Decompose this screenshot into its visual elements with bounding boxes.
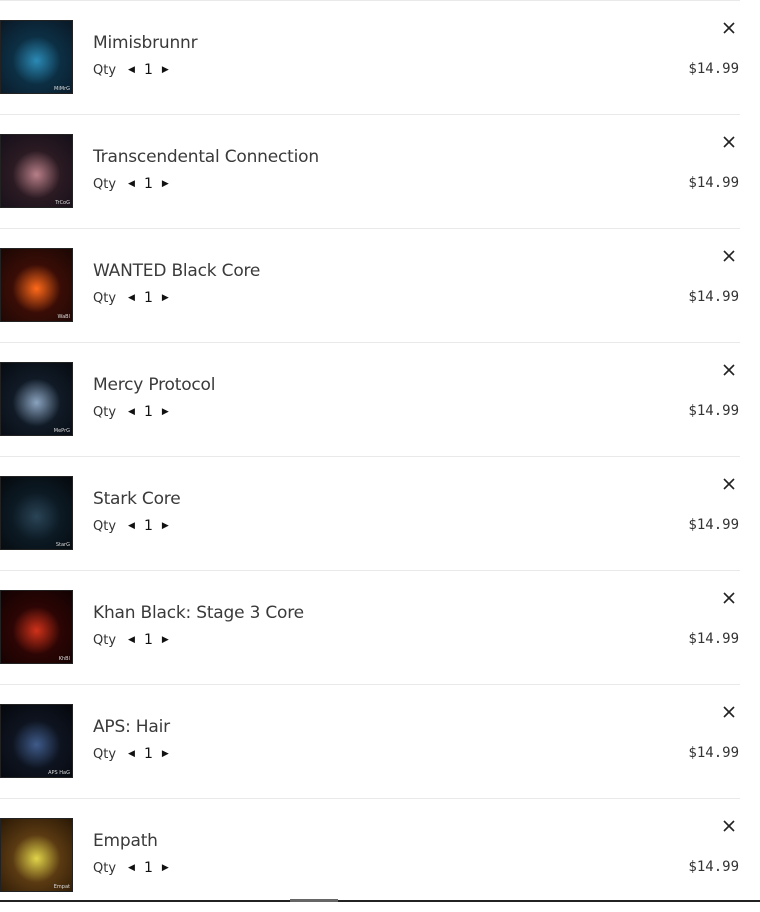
quantity-stepper: Qty ◀ 1 ▶ [93,517,169,535]
close-icon[interactable] [720,589,738,607]
close-icon[interactable] [720,19,738,37]
triangle-left-icon[interactable]: ◀ [128,517,135,535]
cart-item: MiMrG Mimisbrunnr Qty ◀ 1 ▶ $14.99 [0,0,740,114]
triangle-right-icon[interactable]: ▶ [162,859,169,877]
qty-label: Qty [93,746,117,762]
close-icon[interactable] [720,247,738,265]
triangle-right-icon[interactable]: ▶ [162,745,169,763]
product-title[interactable]: Mimisbrunnr [93,33,198,53]
qty-value: 1 [143,518,153,534]
triangle-left-icon[interactable]: ◀ [128,403,135,421]
thumbnail-tag: APS HaG [48,770,70,776]
cart-item: MePrG Mercy Protocol Qty ◀ 1 ▶ $14.99 [0,342,740,456]
item-price: $14.99 [688,631,739,647]
quantity-stepper: Qty ◀ 1 ▶ [93,859,169,877]
thumbnail-tag: TrCoG [55,200,70,206]
qty-value: 1 [143,404,153,420]
product-title[interactable]: Empath [93,831,158,851]
product-title[interactable]: APS: Hair [93,717,170,737]
item-price: $14.99 [688,175,739,191]
triangle-right-icon[interactable]: ▶ [162,517,169,535]
quantity-stepper: Qty ◀ 1 ▶ [93,403,169,421]
item-price: $14.99 [688,403,739,419]
quantity-stepper: Qty ◀ 1 ▶ [93,745,169,763]
qty-label: Qty [93,632,117,648]
thumbnail-tag: MePrG [53,428,70,434]
quantity-stepper: Qty ◀ 1 ▶ [93,631,169,649]
product-thumbnail[interactable]: KhBl [0,590,73,664]
qty-label: Qty [93,290,117,306]
cart-item: APS HaG APS: Hair Qty ◀ 1 ▶ $14.99 [0,684,740,798]
product-title[interactable]: Stark Core [93,489,181,509]
triangle-left-icon[interactable]: ◀ [128,631,135,649]
triangle-right-icon[interactable]: ▶ [162,631,169,649]
product-thumbnail[interactable]: MePrG [0,362,73,436]
qty-value: 1 [143,62,153,78]
triangle-left-icon[interactable]: ◀ [128,289,135,307]
cart-item: Empat Empath Qty ◀ 1 ▶ $14.99 [0,798,740,912]
qty-label: Qty [93,518,117,534]
triangle-left-icon[interactable]: ◀ [128,175,135,193]
quantity-stepper: Qty ◀ 1 ▶ [93,289,169,307]
qty-value: 1 [143,290,153,306]
qty-label: Qty [93,404,117,420]
item-price: $14.99 [688,517,739,533]
thumbnail-tag: Empat [53,884,70,890]
thumbnail-tag: KhBl [58,656,70,662]
product-thumbnail[interactable]: StarG [0,476,73,550]
close-icon[interactable] [720,361,738,379]
qty-label: Qty [93,860,117,876]
product-thumbnail[interactable]: WaBl [0,248,73,322]
item-price: $14.99 [688,745,739,761]
thumbnail-tag: StarG [55,542,70,548]
cart-item: WaBl WANTED Black Core Qty ◀ 1 ▶ $14.99 [0,228,740,342]
close-icon[interactable] [720,817,738,835]
cart-item: KhBl Khan Black: Stage 3 Core Qty ◀ 1 ▶ … [0,570,740,684]
qty-value: 1 [143,860,153,876]
triangle-right-icon[interactable]: ▶ [162,403,169,421]
qty-label: Qty [93,176,117,192]
product-thumbnail[interactable]: APS HaG [0,704,73,778]
triangle-right-icon[interactable]: ▶ [162,61,169,79]
thumbnail-tag: MiMrG [54,86,70,92]
item-price: $14.99 [688,61,739,77]
cart-item: TrCoG Transcendental Connection Qty ◀ 1 … [0,114,740,228]
qty-value: 1 [143,176,153,192]
quantity-stepper: Qty ◀ 1 ▶ [93,61,169,79]
close-icon[interactable] [720,703,738,721]
close-icon[interactable] [720,475,738,493]
item-price: $14.99 [688,859,739,875]
qty-label: Qty [93,62,117,78]
product-title[interactable]: Khan Black: Stage 3 Core [93,603,304,623]
quantity-stepper: Qty ◀ 1 ▶ [93,175,169,193]
product-thumbnail[interactable]: MiMrG [0,20,73,94]
thumbnail-tag: WaBl [57,314,70,320]
qty-value: 1 [143,746,153,762]
item-price: $14.99 [688,289,739,305]
triangle-left-icon[interactable]: ◀ [128,745,135,763]
product-title[interactable]: WANTED Black Core [93,261,260,281]
product-title[interactable]: Mercy Protocol [93,375,215,395]
triangle-right-icon[interactable]: ▶ [162,175,169,193]
product-thumbnail[interactable]: Empat [0,818,73,892]
product-title[interactable]: Transcendental Connection [93,147,319,167]
triangle-left-icon[interactable]: ◀ [128,61,135,79]
cart-item-list: MiMrG Mimisbrunnr Qty ◀ 1 ▶ $14.99 TrCoG… [0,0,740,912]
product-thumbnail[interactable]: TrCoG [0,134,73,208]
qty-value: 1 [143,632,153,648]
triangle-right-icon[interactable]: ▶ [162,289,169,307]
cart-item: StarG Stark Core Qty ◀ 1 ▶ $14.99 [0,456,740,570]
triangle-left-icon[interactable]: ◀ [128,859,135,877]
close-icon[interactable] [720,133,738,151]
